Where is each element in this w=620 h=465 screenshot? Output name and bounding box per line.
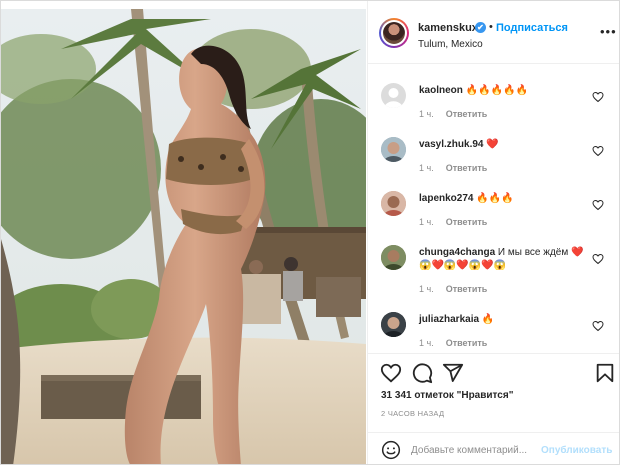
avatar[interactable] bbox=[379, 18, 409, 48]
comment-text: vasyl.zhuk.94 ❤️ bbox=[419, 138, 589, 151]
comment-like-icon[interactable] bbox=[592, 253, 604, 265]
comments-list[interactable]: kaolneon 🔥🔥🔥🔥🔥 1 ч. Ответить vasyl.zhuk.9… bbox=[368, 65, 619, 353]
header-separator: • bbox=[489, 21, 493, 33]
comment-meta: 1 ч. Ответить bbox=[419, 109, 487, 119]
post-actions: 31 341 отметок "Нравится" 2 ЧАСОВ НАЗАД … bbox=[368, 353, 619, 464]
comment-body: ❤️ bbox=[486, 139, 499, 150]
comment-time: 1 ч. bbox=[419, 217, 434, 227]
beach-photo-illustration bbox=[1, 9, 366, 464]
comment-like-icon[interactable] bbox=[592, 145, 604, 157]
comment-text: chunga4changa И мы все ждём ❤️😱❤️😱❤️😱❤️😱 bbox=[419, 246, 589, 272]
comment-text: kaolneon 🔥🔥🔥🔥🔥 bbox=[419, 84, 589, 97]
comment-username[interactable]: lapenko274 bbox=[419, 193, 473, 204]
comment-text: lapenko274 🔥🔥🔥 bbox=[419, 192, 589, 205]
comment-avatar[interactable] bbox=[381, 83, 406, 108]
comment-body: 🔥 bbox=[481, 314, 495, 325]
verified-badge-icon: ✔ bbox=[475, 22, 486, 33]
comment-username[interactable]: kaolneon bbox=[419, 85, 463, 96]
comment-like-icon[interactable] bbox=[592, 199, 604, 211]
comment-username[interactable]: chunga4changa bbox=[419, 247, 495, 258]
more-options-icon[interactable]: ••• bbox=[600, 25, 617, 38]
post-timestamp[interactable]: 2 ЧАСОВ НАЗАД bbox=[381, 409, 444, 418]
comment-body: 🔥🔥🔥 bbox=[476, 193, 514, 204]
add-comment-bar: Опубликовать bbox=[368, 432, 619, 464]
reply-button[interactable]: Ответить bbox=[446, 109, 488, 119]
bookmark-icon[interactable] bbox=[594, 362, 616, 384]
comment-avatar[interactable] bbox=[381, 245, 406, 270]
post-sidebar: kamenskux ✔ • Подписаться Tulum, Mexico … bbox=[367, 1, 619, 464]
heart-icon[interactable] bbox=[380, 362, 402, 384]
avatar-image bbox=[383, 22, 405, 44]
smile-icon[interactable] bbox=[381, 440, 401, 460]
comment-username[interactable]: juliazharkaia bbox=[419, 314, 479, 325]
default-avatar-icon bbox=[384, 88, 403, 108]
comment-time: 1 ч. bbox=[419, 338, 434, 348]
post-header: kamenskux ✔ • Подписаться Tulum, Mexico … bbox=[368, 1, 619, 64]
comment-avatar[interactable] bbox=[381, 312, 406, 337]
user-photo-icon bbox=[381, 137, 406, 162]
author-username[interactable]: kamenskux bbox=[418, 22, 478, 34]
comment-username[interactable]: vasyl.zhuk.94 bbox=[419, 139, 483, 150]
comment-icon[interactable] bbox=[411, 362, 433, 384]
comment-meta: 1 ч. Ответить bbox=[419, 217, 487, 227]
instagram-post-window: kamenskux ✔ • Подписаться Tulum, Mexico … bbox=[0, 0, 620, 465]
comment-time: 1 ч. bbox=[419, 284, 434, 294]
comment-meta: 1 ч. Ответить bbox=[419, 163, 487, 173]
likes-count[interactable]: 31 341 отметок "Нравится" bbox=[381, 390, 513, 401]
comment-meta: 1 ч. Ответить bbox=[419, 284, 487, 294]
comment-avatar[interactable] bbox=[381, 191, 406, 216]
user-photo-icon bbox=[381, 312, 406, 337]
reply-button[interactable]: Ответить bbox=[446, 217, 488, 227]
comment-time: 1 ч. bbox=[419, 163, 434, 173]
comment-avatar[interactable] bbox=[381, 137, 406, 162]
post-location[interactable]: Tulum, Mexico bbox=[418, 39, 483, 50]
reply-button[interactable]: Ответить bbox=[446, 338, 488, 348]
publish-button[interactable]: Опубликовать bbox=[541, 445, 612, 456]
top-margin bbox=[1, 1, 366, 9]
comment-like-icon[interactable] bbox=[592, 320, 604, 332]
comment-like-icon[interactable] bbox=[592, 91, 604, 103]
comment-input[interactable] bbox=[411, 441, 539, 459]
follow-button[interactable]: Подписаться bbox=[496, 22, 568, 34]
reply-button[interactable]: Ответить bbox=[446, 284, 488, 294]
user-photo-icon bbox=[381, 245, 406, 270]
comment-body: 🔥🔥🔥🔥🔥 bbox=[465, 85, 528, 96]
comment-time: 1 ч. bbox=[419, 109, 434, 119]
comment-meta: 1 ч. Ответить bbox=[419, 338, 487, 348]
comment-text: juliazharkaia 🔥 bbox=[419, 313, 589, 326]
share-icon[interactable] bbox=[442, 362, 464, 384]
reply-button[interactable]: Ответить bbox=[446, 163, 488, 173]
post-photo[interactable] bbox=[1, 9, 366, 464]
user-photo-icon bbox=[381, 191, 406, 216]
